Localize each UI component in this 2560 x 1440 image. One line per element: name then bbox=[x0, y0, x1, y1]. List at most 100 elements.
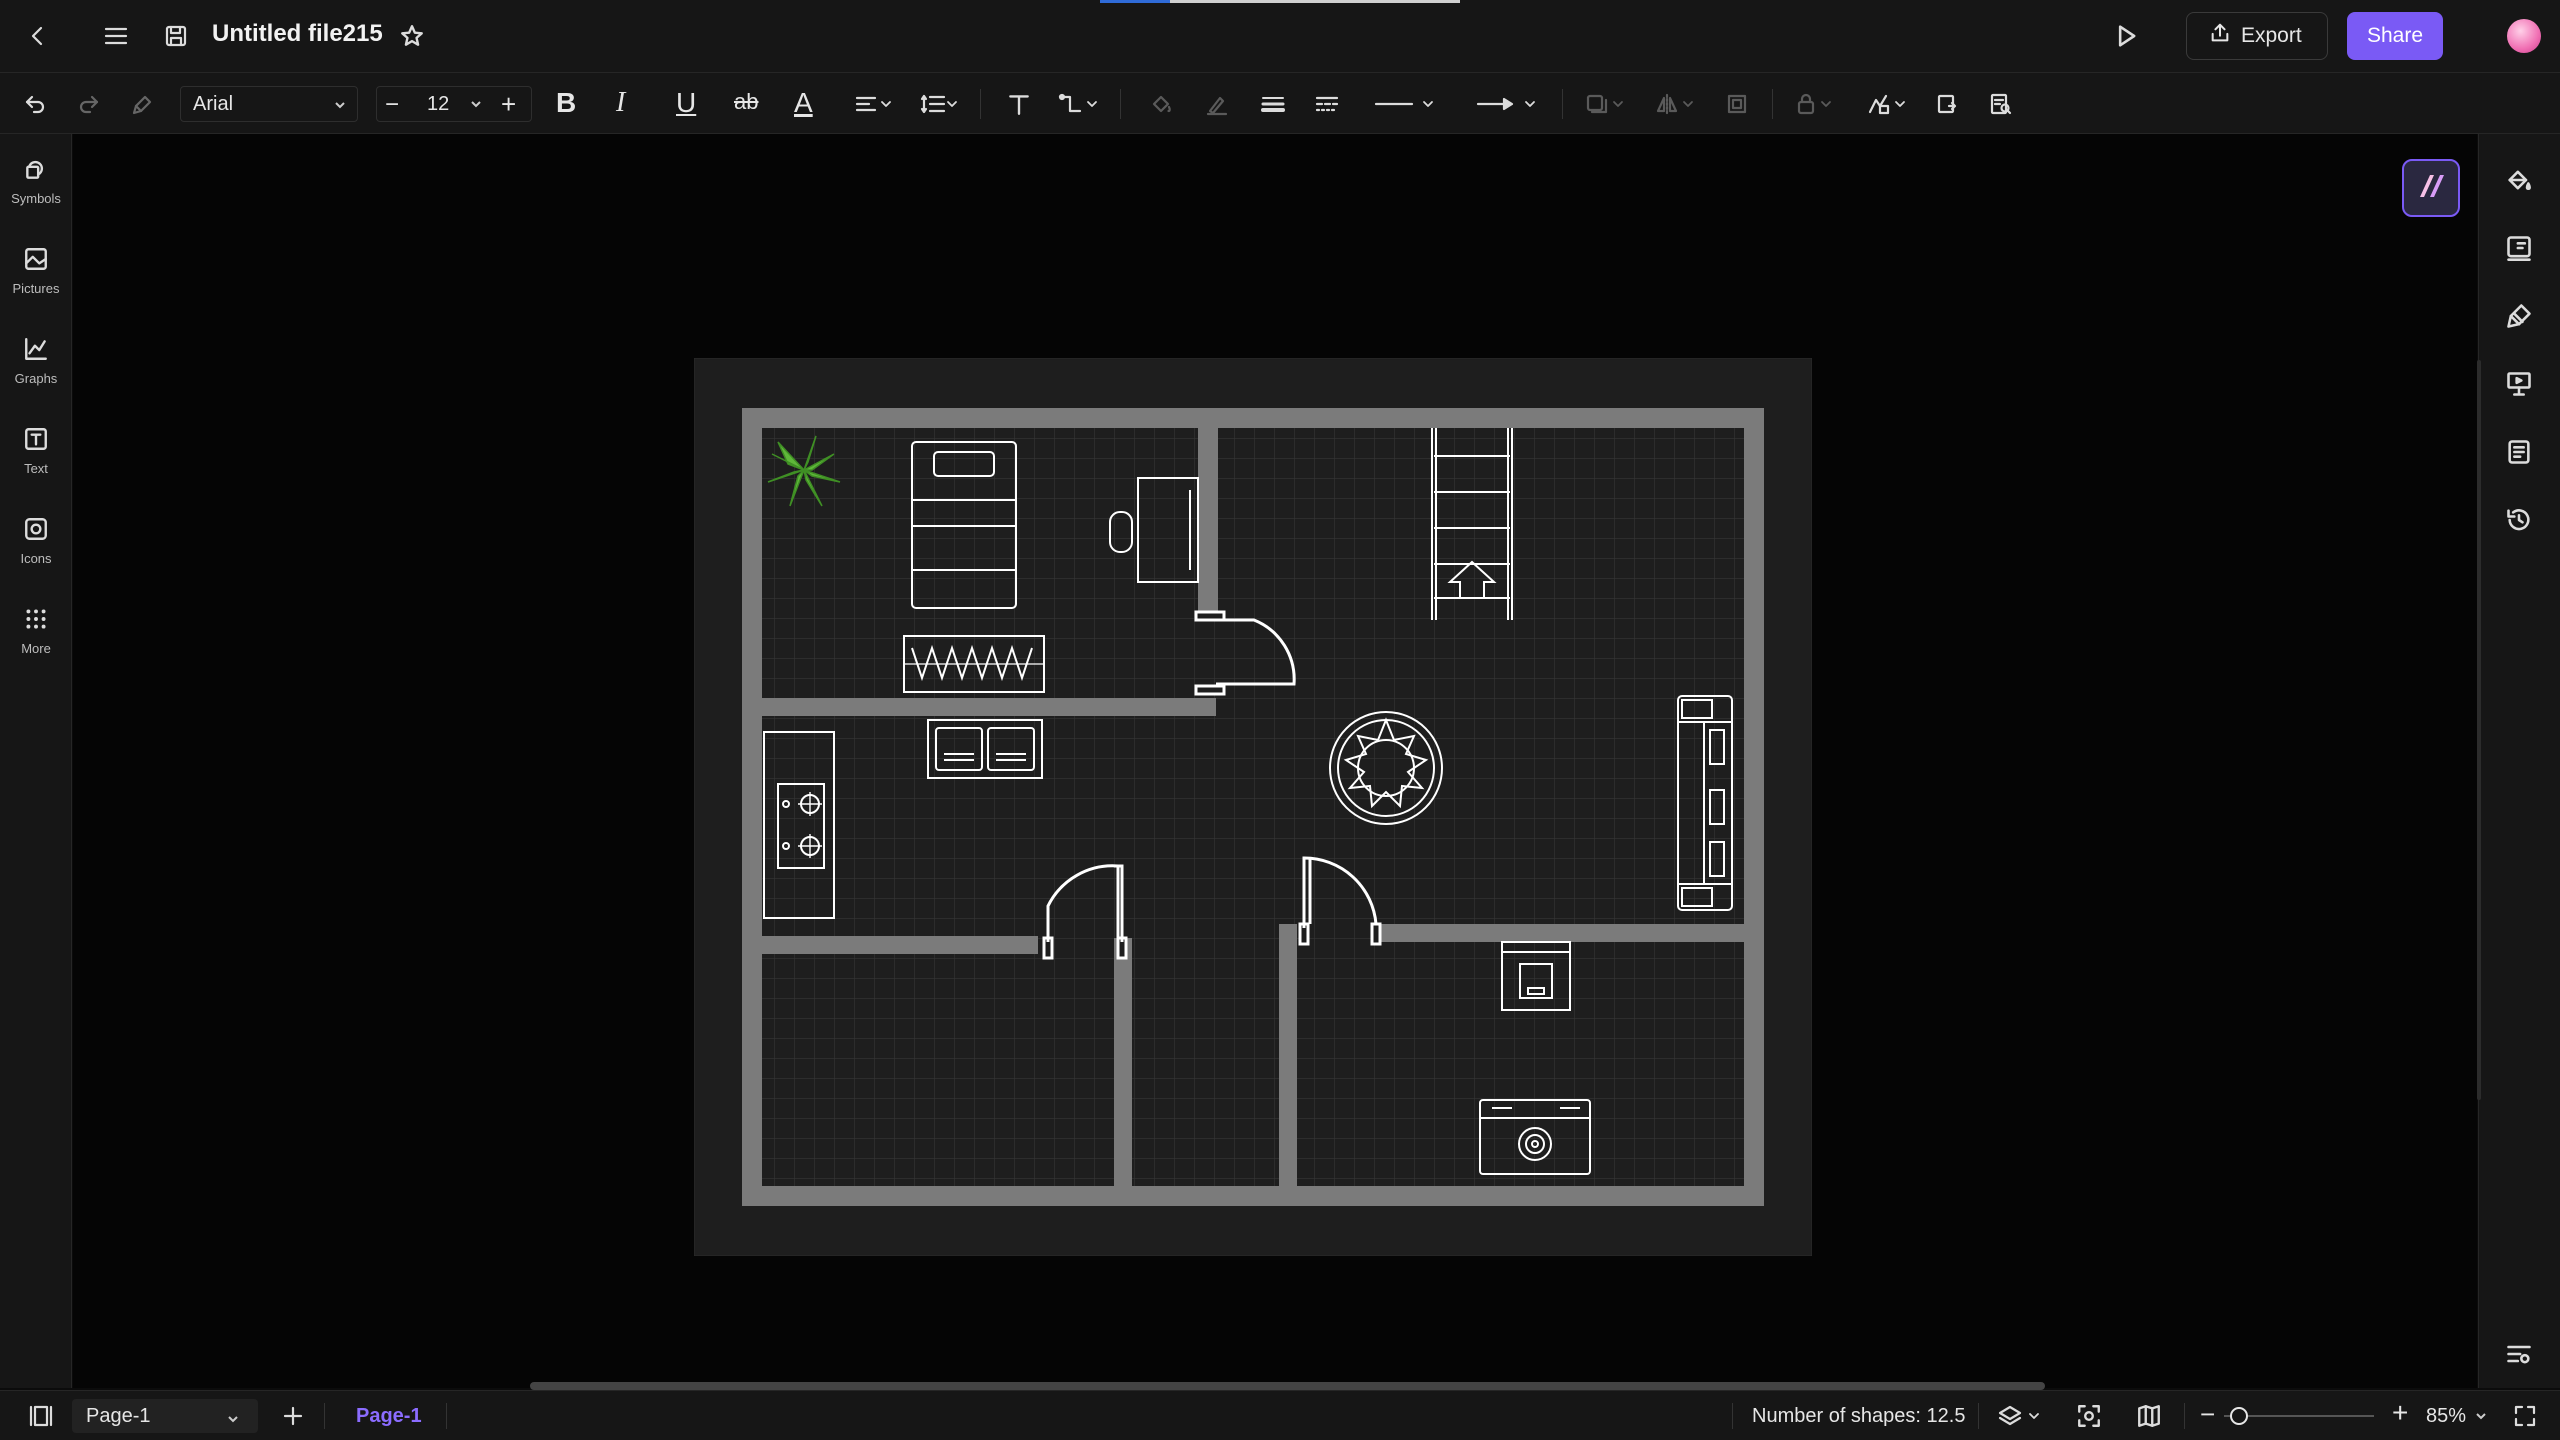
sidebar-item-pictures[interactable]: Pictures bbox=[0, 246, 72, 296]
export-icon bbox=[2209, 22, 2231, 50]
star-icon[interactable] bbox=[394, 18, 430, 54]
top-bar: Untitled file215 Export Share bbox=[0, 0, 2560, 72]
bold-button[interactable]: B bbox=[556, 87, 576, 119]
strikethrough-button[interactable]: ab bbox=[734, 89, 758, 115]
lock-icon[interactable] bbox=[1792, 87, 1842, 121]
play-icon[interactable] bbox=[2106, 16, 2146, 56]
italic-button[interactable]: I bbox=[616, 87, 625, 119]
font-family-select[interactable]: Arial bbox=[180, 86, 358, 122]
statusbar-divider bbox=[1978, 1403, 1979, 1429]
share-button[interactable]: Share bbox=[2347, 12, 2443, 60]
toolbar-divider bbox=[1772, 89, 1773, 119]
wall-outer-right bbox=[1744, 408, 1764, 1206]
format-icon[interactable] bbox=[2501, 230, 2537, 266]
more-icon bbox=[23, 609, 49, 636]
sidebar-item-text[interactable]: Text bbox=[0, 426, 72, 476]
floor-grid bbox=[754, 428, 1752, 1186]
sidebar-item-symbols[interactable]: Symbols bbox=[0, 156, 72, 206]
page-setup-icon[interactable] bbox=[2501, 434, 2537, 470]
magic-shape-icon[interactable] bbox=[1864, 87, 1914, 121]
pictures-icon bbox=[23, 248, 49, 276]
underline-button[interactable]: U bbox=[676, 87, 696, 119]
save-icon[interactable] bbox=[158, 18, 194, 54]
paint-icon[interactable] bbox=[2501, 298, 2537, 334]
replace-shape-icon[interactable] bbox=[1930, 87, 1964, 121]
fill-color-icon[interactable] bbox=[1144, 87, 1178, 121]
ai-assistant-button[interactable] bbox=[2402, 159, 2460, 217]
history-icon[interactable] bbox=[2501, 502, 2537, 538]
line-spacing-icon[interactable] bbox=[918, 87, 962, 121]
sidebar-item-more[interactable]: More bbox=[0, 606, 72, 656]
add-page-icon[interactable] bbox=[278, 1401, 308, 1431]
zoom-in-button[interactable]: + bbox=[2392, 1397, 2408, 1429]
page-panel-icon[interactable] bbox=[24, 1401, 58, 1431]
wall-outer-top bbox=[742, 408, 1764, 428]
wall-right-lower-top bbox=[1374, 924, 1744, 942]
status-bar: Page-1 Page-1 Number of shapes: 12.5 − +… bbox=[0, 1390, 2560, 1440]
font-size-value[interactable]: 12 bbox=[427, 93, 449, 116]
ai-logo-icon bbox=[2414, 169, 2448, 208]
chevron-down-icon[interactable] bbox=[469, 97, 483, 116]
dash-style-icon[interactable] bbox=[1310, 87, 1344, 121]
zoom-out-button[interactable]: − bbox=[2200, 1399, 2215, 1430]
symbols-icon bbox=[23, 160, 49, 186]
toolbar-divider bbox=[1120, 89, 1121, 119]
arrow-style-icon[interactable] bbox=[1470, 87, 1544, 121]
line-color-icon[interactable] bbox=[1200, 87, 1234, 121]
statusbar-divider bbox=[1732, 1403, 1733, 1429]
find-replace-icon[interactable] bbox=[1984, 87, 2018, 121]
crop-icon[interactable] bbox=[1720, 87, 1754, 121]
font-size-control: − 12 + bbox=[376, 86, 532, 122]
reading-mode-icon[interactable] bbox=[2132, 1401, 2166, 1431]
tab-progress-track bbox=[1170, 0, 1460, 3]
tab-page-1[interactable]: Page-1 bbox=[356, 1405, 422, 1428]
text-tool-icon[interactable] bbox=[1002, 87, 1036, 121]
undo-icon[interactable] bbox=[18, 87, 52, 121]
formatting-toolbar: Arial − 12 + B I U ab A bbox=[0, 72, 2560, 134]
text-color-button[interactable]: A bbox=[794, 87, 813, 119]
tab-progress-indicator bbox=[1100, 0, 1170, 3]
flip-icon[interactable] bbox=[1652, 87, 1702, 121]
wall-outer-left bbox=[742, 408, 762, 1206]
wall-right-divider bbox=[1279, 924, 1297, 1186]
export-button[interactable]: Export bbox=[2186, 12, 2328, 60]
floor-plan[interactable] bbox=[694, 358, 1812, 1256]
statusbar-divider bbox=[324, 1403, 325, 1429]
wall-left-lower-top bbox=[762, 936, 1038, 954]
format-painter-icon[interactable] bbox=[126, 87, 160, 121]
menu-icon[interactable] bbox=[98, 18, 134, 54]
sidebar-item-graphs[interactable]: Graphs bbox=[0, 336, 72, 386]
fullscreen-icon[interactable] bbox=[2508, 1401, 2542, 1431]
avatar[interactable] bbox=[2507, 19, 2541, 53]
line-weight-icon[interactable] bbox=[1256, 87, 1290, 121]
wall-bedroom-bottom bbox=[762, 698, 1216, 716]
page-select[interactable]: Page-1 bbox=[72, 1399, 258, 1433]
font-family-value: Arial bbox=[193, 92, 234, 115]
focus-mode-icon[interactable] bbox=[2072, 1401, 2106, 1431]
toolbar-divider bbox=[980, 89, 981, 119]
settings-icon[interactable] bbox=[2501, 1336, 2537, 1372]
back-arrow-icon[interactable] bbox=[20, 18, 56, 54]
export-label: Export bbox=[2241, 24, 2302, 47]
shadow-icon[interactable] bbox=[1582, 87, 1632, 121]
chevron-down-icon bbox=[333, 95, 347, 118]
horizontal-scrollbar[interactable] bbox=[530, 1382, 2045, 1390]
icons-icon bbox=[23, 518, 49, 546]
line-style-icon[interactable] bbox=[1368, 87, 1442, 121]
sidebar-item-icons[interactable]: Icons bbox=[0, 516, 72, 566]
redo-icon[interactable] bbox=[72, 87, 106, 121]
connector-icon[interactable] bbox=[1056, 87, 1106, 121]
vertical-scrollbar[interactable] bbox=[2477, 360, 2481, 1100]
zoom-slider-thumb[interactable] bbox=[2230, 1407, 2248, 1425]
align-icon[interactable] bbox=[852, 87, 896, 121]
layers-icon[interactable] bbox=[1996, 1401, 2046, 1431]
chevron-down-icon[interactable] bbox=[2474, 1409, 2488, 1428]
zoom-level[interactable]: 85% bbox=[2426, 1405, 2466, 1428]
text-icon bbox=[23, 428, 49, 456]
statusbar-divider bbox=[2184, 1403, 2185, 1429]
fill-style-icon[interactable] bbox=[2501, 162, 2537, 198]
increase-font-size-button[interactable]: + bbox=[501, 89, 516, 120]
decrease-font-size-button[interactable]: − bbox=[385, 91, 399, 119]
presentation-icon[interactable] bbox=[2501, 366, 2537, 402]
file-title[interactable]: Untitled file215 bbox=[212, 20, 383, 48]
